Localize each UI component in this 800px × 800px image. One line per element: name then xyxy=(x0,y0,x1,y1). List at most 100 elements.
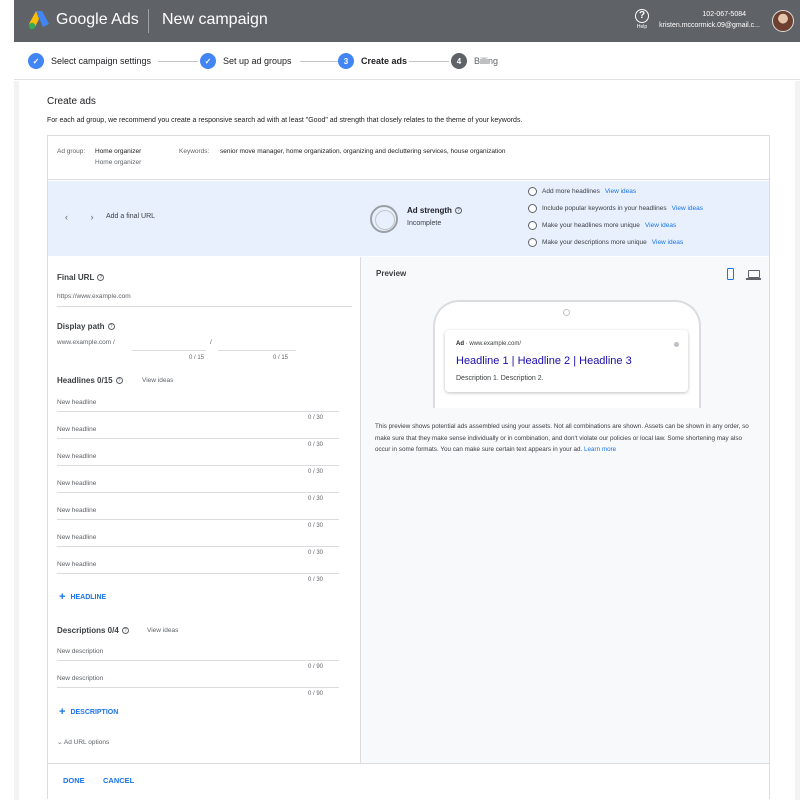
path2-counter: 0 / 15 xyxy=(273,355,289,361)
info-icon xyxy=(674,342,679,347)
description-input[interactable]: New description xyxy=(57,648,103,655)
add-description-button[interactable]: + DESCRIPTION xyxy=(59,706,118,718)
step-label: Billing xyxy=(474,56,499,66)
headline-underline xyxy=(57,573,339,574)
step-set-up-ad-groups[interactable]: ✓ Set up ad groups xyxy=(200,53,292,69)
path1-counter: 0 / 15 xyxy=(189,355,205,361)
google-ads-logo[interactable] xyxy=(28,10,50,30)
final-url-label: Final URL? xyxy=(57,273,105,282)
path2-input[interactable] xyxy=(218,350,296,351)
step-number: 4 xyxy=(451,53,467,69)
step-connector xyxy=(300,61,338,62)
headline-input[interactable]: New headline xyxy=(57,561,96,568)
page-title: New campaign xyxy=(162,11,268,28)
radio-icon xyxy=(528,187,537,196)
ad-badge: Ad xyxy=(456,341,464,347)
headline-input[interactable]: New headline xyxy=(57,507,96,514)
help-icon[interactable]: ? xyxy=(115,377,123,385)
ad-display-url: · www.example.com/ xyxy=(465,341,522,347)
headline-counter: 0 / 30 xyxy=(308,577,324,583)
intro-text: For each ad group, we recommend you crea… xyxy=(47,117,523,124)
plus-icon: + xyxy=(59,591,66,603)
headlines-label: Headlines 0/15? xyxy=(57,376,123,385)
check-icon: ✓ xyxy=(200,53,216,69)
chevron-left-icon[interactable]: ‹ xyxy=(65,212,78,222)
help-icon[interactable]: ? xyxy=(121,627,129,635)
descriptions-label: Descriptions 0/4? xyxy=(57,626,129,635)
descriptions-view-ideas-link[interactable]: View ideas xyxy=(147,627,178,634)
headline-counter: 0 / 30 xyxy=(308,496,324,502)
check-icon: ✓ xyxy=(28,53,44,69)
step-create-ads[interactable]: 3 Create ads xyxy=(338,53,407,69)
headline-counter: 0 / 30 xyxy=(308,442,324,448)
help-icon[interactable]: ? xyxy=(97,274,105,282)
done-button[interactable]: DONE xyxy=(63,776,85,785)
cancel-button[interactable]: CANCEL xyxy=(103,776,134,785)
step-billing[interactable]: 4 Billing xyxy=(451,53,498,69)
ad-nav-arrows: ‹ › xyxy=(65,212,104,222)
view-ideas-link[interactable]: View ideas xyxy=(672,205,703,212)
suggestion-item: Add more headlines View ideas xyxy=(528,187,636,196)
description-counter: 0 / 90 xyxy=(308,664,324,670)
ad-preview-headline: Headline 1 | Headline 2 | Headline 3 xyxy=(456,355,632,367)
chevron-right-icon[interactable]: › xyxy=(91,212,104,222)
mobile-view-icon[interactable] xyxy=(727,268,734,280)
headline-input[interactable]: New headline xyxy=(57,399,96,406)
help-icon[interactable]: ? xyxy=(107,323,115,331)
section-title: Create ads xyxy=(47,96,96,107)
description-underline xyxy=(57,687,339,688)
description-input[interactable]: New description xyxy=(57,675,103,682)
avatar[interactable] xyxy=(772,10,794,32)
display-path-label: Display path? xyxy=(57,322,115,331)
radio-icon xyxy=(528,204,537,213)
add-headline-label: HEADLINE xyxy=(70,593,107,601)
headline-input[interactable]: New headline xyxy=(57,426,96,433)
step-select-campaign-settings[interactable]: ✓ Select campaign settings xyxy=(28,53,151,69)
keywords-label: Keywords: xyxy=(179,148,210,155)
headline-underline xyxy=(57,411,339,412)
display-path-prefix: www.example.com / xyxy=(57,339,115,346)
headlines-view-ideas-link[interactable]: View ideas xyxy=(142,377,173,384)
ad-group-subvalue: Home organizer xyxy=(95,159,142,166)
step-label: Select campaign settings xyxy=(51,56,152,66)
account-email[interactable]: kristen.mccormick.09@gmail.c... xyxy=(659,22,760,29)
headline-input[interactable]: New headline xyxy=(57,534,96,541)
suggestion-text: Make your headlines more unique xyxy=(542,222,640,229)
view-ideas-link[interactable]: View ideas xyxy=(605,188,636,195)
ad-form: Final URL? https://www.example.com Displ… xyxy=(48,257,360,763)
add-headline-button[interactable]: + HEADLINE xyxy=(59,591,106,603)
description-counter: 0 / 90 xyxy=(308,691,324,697)
view-ideas-link[interactable]: View ideas xyxy=(645,222,676,229)
step-label: Create ads xyxy=(361,56,408,66)
learn-more-link[interactable]: Learn more xyxy=(584,446,616,453)
headline-underline xyxy=(57,546,339,547)
suggestion-text: Add more headlines xyxy=(542,188,600,195)
ad-strength-ring-icon xyxy=(370,205,398,233)
help-icon: ? xyxy=(635,9,649,23)
headline-input[interactable]: New headline xyxy=(57,453,96,460)
ad-url-options-toggle[interactable]: ⌄ Ad URL options xyxy=(57,738,109,746)
top-bar: Google Ads New campaign ? Help 102-067-5… xyxy=(14,0,800,42)
phone-frame: Ad · www.example.com/ Headline 1 | Headl… xyxy=(433,300,701,408)
suggestion-text: Include popular keywords in your headlin… xyxy=(542,205,667,212)
phone-speaker xyxy=(563,309,570,316)
ad-strength-title: Ad strength? xyxy=(407,206,462,215)
ad-preview-description: Description 1. Description 2. xyxy=(456,375,544,382)
ad-preview-card: Ad · www.example.com/ Headline 1 | Headl… xyxy=(445,330,688,392)
help-icon[interactable]: ? xyxy=(454,207,462,215)
view-ideas-link[interactable]: View ideas xyxy=(652,239,683,246)
add-final-url-hint: Add a final URL xyxy=(106,213,156,220)
ad-group-summary: Ad group: Home organizer Home organizer … xyxy=(48,136,769,180)
preview-disclaimer: This preview shows potential ads assembl… xyxy=(375,421,759,456)
ad-url-line: Ad · www.example.com/ xyxy=(456,341,521,347)
headline-input[interactable]: New headline xyxy=(57,480,96,487)
desktop-view-icon[interactable] xyxy=(746,270,761,280)
final-url-input[interactable]: https://www.example.com xyxy=(57,293,131,300)
preview-title: Preview xyxy=(376,269,407,278)
headline-counter: 0 / 30 xyxy=(308,550,324,556)
suggestion-item: Make your headlines more unique View ide… xyxy=(528,221,676,230)
account-number: 102-067-5084 xyxy=(702,11,746,18)
help-button[interactable]: ? Help xyxy=(630,9,654,30)
keywords-value: senior move manager, home organization, … xyxy=(220,148,506,155)
path1-input[interactable] xyxy=(132,350,206,351)
